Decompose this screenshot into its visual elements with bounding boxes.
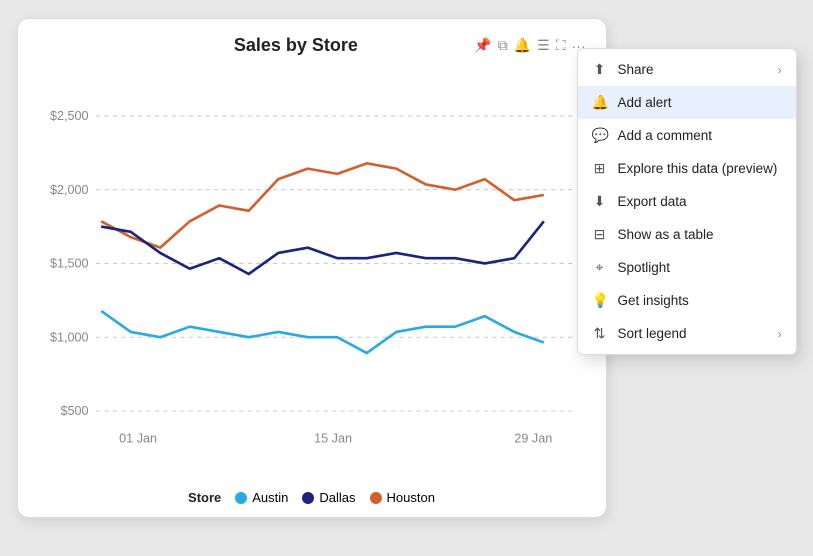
- svg-text:$1,000: $1,000: [49, 330, 88, 344]
- chart-legend: Store Austin Dallas Houston: [38, 490, 586, 505]
- chart-header: Sales by Store 📌 ⧉ 🔔 ☰ ⛶ ···: [38, 35, 586, 56]
- chart-svg: .grid-line { stroke: #ccc; stroke-width:…: [38, 64, 586, 484]
- menu-item-add-alert[interactable]: 🔔 Add alert: [578, 86, 796, 119]
- austin-label: Austin: [252, 490, 288, 505]
- menu-item-insights[interactable]: 💡 Get insights: [578, 284, 796, 317]
- menu-item-sort-legend[interactable]: ⇅ Sort legend ›: [578, 317, 796, 350]
- share-arrow-icon: ›: [778, 63, 782, 77]
- copy-icon[interactable]: ⧉: [498, 37, 508, 54]
- menu-label-sort-legend: Sort legend: [618, 326, 687, 341]
- dallas-dot: [302, 492, 314, 504]
- menu-item-share[interactable]: ⬆ Share ›: [578, 53, 796, 86]
- svg-text:$2,500: $2,500: [49, 109, 88, 123]
- chart-toolbar: 📌 ⧉ 🔔 ☰ ⛶ ···: [474, 37, 585, 54]
- table-icon: ⊟: [592, 226, 608, 243]
- menu-label-spotlight: Spotlight: [618, 260, 671, 275]
- chart-card: Sales by Store 📌 ⧉ 🔔 ☰ ⛶ ··· .grid-line …: [17, 18, 607, 518]
- austin-dot: [235, 492, 247, 504]
- svg-text:$1,500: $1,500: [49, 257, 88, 271]
- menu-label-show-table: Show as a table: [618, 227, 714, 242]
- svg-text:01 Jan: 01 Jan: [119, 432, 157, 446]
- menu-item-spotlight[interactable]: ⌖ Spotlight: [578, 251, 796, 284]
- alert-icon: 🔔: [592, 94, 608, 111]
- menu-label-explore: Explore this data (preview): [618, 161, 778, 176]
- legend-dallas: Dallas: [302, 490, 355, 505]
- menu-item-show-table[interactable]: ⊟ Show as a table: [578, 218, 796, 251]
- menu-label-add-alert: Add alert: [618, 95, 672, 110]
- menu-item-add-comment[interactable]: 💬 Add a comment: [578, 119, 796, 152]
- legend-austin: Austin: [235, 490, 288, 505]
- bell-icon[interactable]: 🔔: [514, 37, 531, 54]
- menu-label-insights: Get insights: [618, 293, 689, 308]
- explore-icon: ⊞: [592, 160, 608, 177]
- legend-store-label: Store: [188, 490, 221, 505]
- spotlight-icon: ⌖: [592, 259, 608, 276]
- comment-icon: 💬: [592, 127, 608, 144]
- context-menu: ⬆ Share › 🔔 Add alert 💬 Add a comment ⊞ …: [577, 48, 797, 355]
- svg-text:15 Jan: 15 Jan: [314, 432, 352, 446]
- menu-item-export[interactable]: ⬇ Export data: [578, 185, 796, 218]
- sort-arrow-icon: ›: [778, 327, 782, 341]
- menu-label-export: Export data: [618, 194, 687, 209]
- menu-item-explore[interactable]: ⊞ Explore this data (preview): [578, 152, 796, 185]
- expand-icon[interactable]: ⛶: [556, 37, 566, 54]
- export-icon: ⬇: [592, 193, 608, 210]
- svg-text:29 Jan: 29 Jan: [514, 432, 552, 446]
- svg-text:$500: $500: [60, 404, 88, 418]
- chart-area: .grid-line { stroke: #ccc; stroke-width:…: [38, 64, 586, 484]
- menu-label-share: Share: [618, 62, 654, 77]
- sort-icon: ⇅: [592, 325, 608, 342]
- share-icon: ⬆: [592, 61, 608, 78]
- dallas-label: Dallas: [319, 490, 355, 505]
- houston-dot: [370, 492, 382, 504]
- pin-icon[interactable]: 📌: [474, 37, 491, 54]
- legend-houston: Houston: [370, 490, 435, 505]
- filter-icon[interactable]: ☰: [537, 37, 550, 54]
- insights-icon: 💡: [592, 292, 608, 309]
- svg-text:$2,000: $2,000: [49, 183, 88, 197]
- chart-title: Sales by Store: [118, 35, 475, 56]
- menu-label-add-comment: Add a comment: [618, 128, 713, 143]
- houston-label: Houston: [387, 490, 435, 505]
